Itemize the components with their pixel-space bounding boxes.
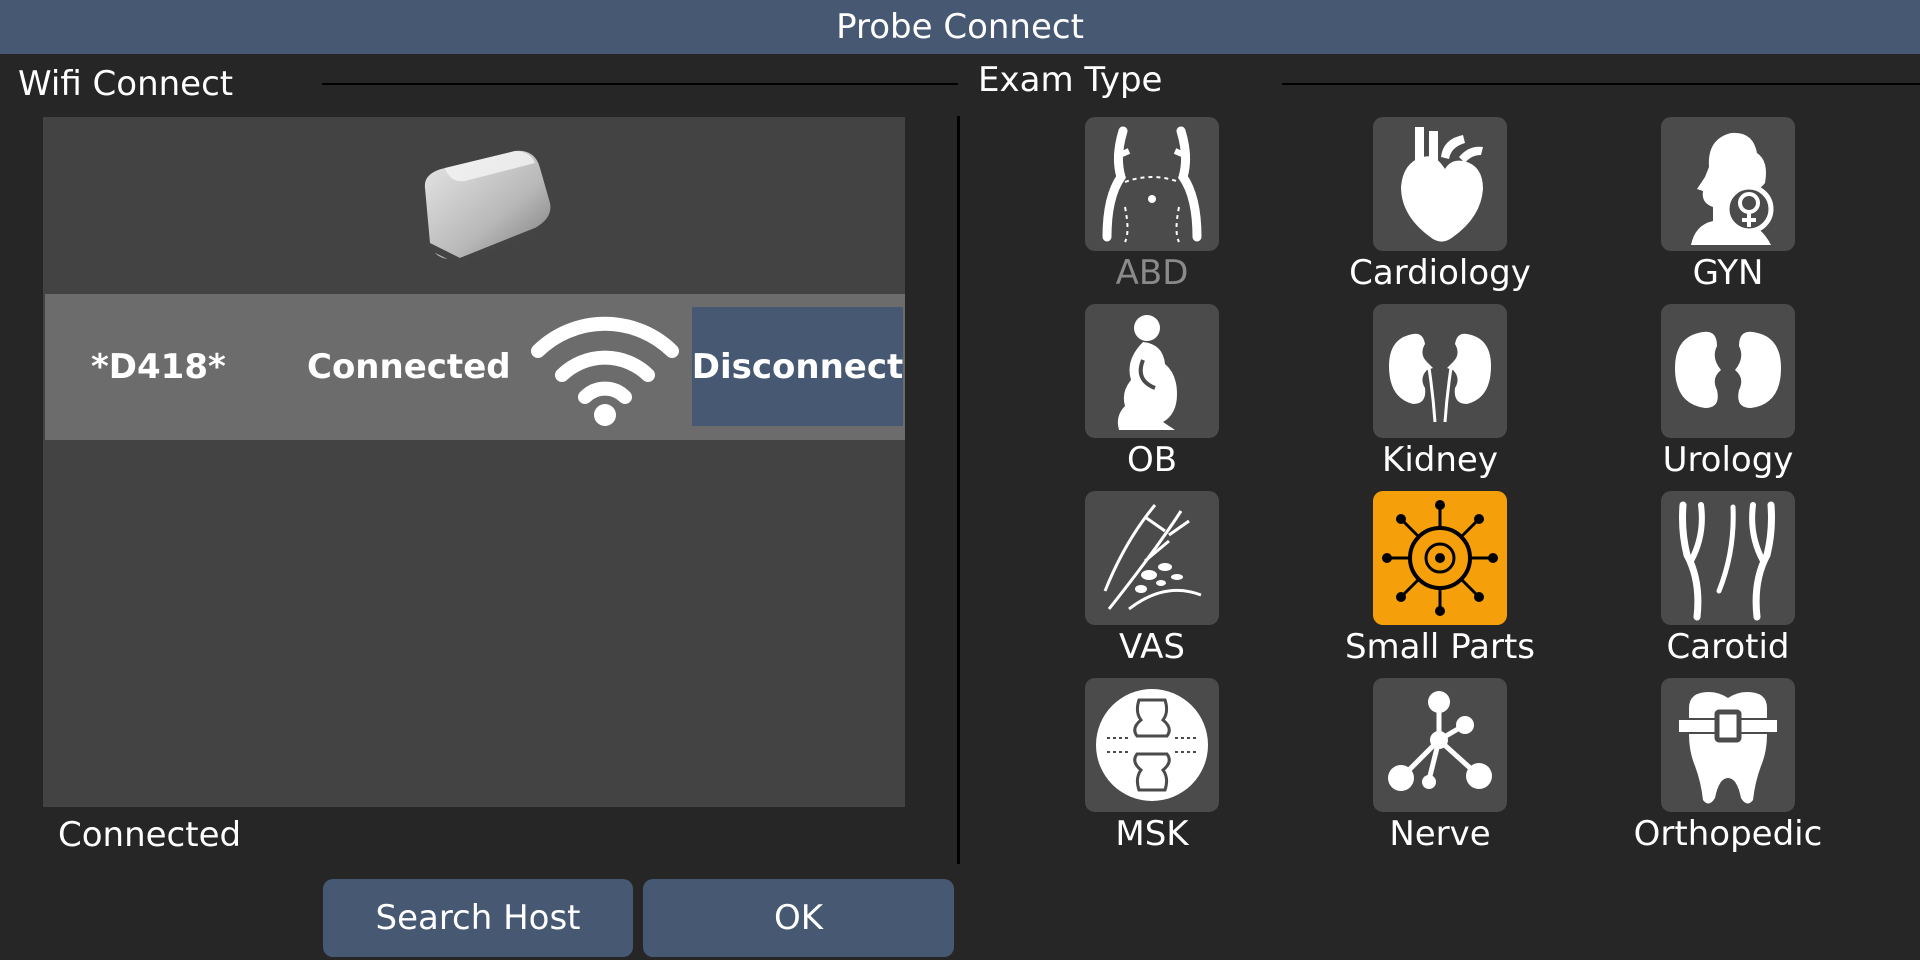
ok-button[interactable]: OK [643,879,954,957]
vascular-icon [1085,491,1219,625]
abdomen-icon [1085,117,1219,251]
exam-type-label: Nerve [1389,814,1491,854]
exam-type-label: Cardiology [1349,253,1531,293]
exam-type-label: MSK [1115,814,1189,854]
exam-type-heading: Exam Type [978,60,1163,100]
exam-type-ob[interactable]: OB [1030,304,1250,484]
pregnant-woman-icon [1085,304,1219,438]
exam-type-label: Urology [1662,440,1794,480]
exam-type-orthopedic[interactable]: Orthopedic [1606,678,1826,858]
exam-type-label: Orthopedic [1633,814,1823,854]
probe-name: *D418* [91,347,226,387]
heart-icon [1373,117,1507,251]
exam-type-label: ABD [1115,253,1189,293]
wifi-connect-heading: Wifi Connect [18,64,234,104]
exam-type-gyn[interactable]: GYN [1606,117,1826,297]
connection-status-text: Connected [58,815,242,855]
disconnect-button[interactable]: Disconnect [692,307,903,426]
window-title: Probe Connect [836,7,1084,47]
female-head-icon [1661,117,1795,251]
section-divider [957,116,960,864]
wifi-heading-rule [322,83,958,85]
exam-type-carotid[interactable]: Carotid [1606,491,1826,671]
exam-type-abd[interactable]: ABD [1030,117,1250,297]
search-host-button[interactable]: Search Host [323,879,633,957]
probe-device-icon [424,150,551,265]
probe-connection-status: Connected [307,347,511,387]
title-bar: Probe Connect [0,0,1920,54]
exam-type-label: GYN [1692,253,1764,293]
carotid-icon [1661,491,1795,625]
urology-icon [1661,304,1795,438]
small-parts-icon [1373,491,1507,625]
wifi-icon [531,316,679,426]
exam-type-small-parts[interactable]: Small Parts [1318,491,1538,671]
exam-type-urology[interactable]: Urology [1606,304,1826,484]
kidneys-icon [1373,304,1507,438]
exam-type-label: OB [1126,440,1178,480]
exam-heading-rule [1282,83,1920,85]
exam-type-cardiology[interactable]: Cardiology [1318,117,1538,297]
exam-type-label: Carotid [1666,627,1790,667]
exam-type-label: Kidney [1382,440,1498,480]
probe-list-item[interactable]: *D418* Connected Disconnect [45,294,905,440]
tooth-icon [1661,678,1795,812]
exam-type-kidney[interactable]: Kidney [1318,304,1538,484]
exam-type-nerve[interactable]: Nerve [1318,678,1538,858]
exam-type-msk[interactable]: MSK [1030,678,1250,858]
exam-type-label: Small Parts [1344,627,1536,667]
probe-list-panel: *D418* Connected Disconnect [43,117,905,807]
joint-icon [1085,678,1219,812]
exam-type-label: VAS [1119,627,1185,667]
exam-type-vas[interactable]: VAS [1030,491,1250,671]
nerve-icon [1373,678,1507,812]
